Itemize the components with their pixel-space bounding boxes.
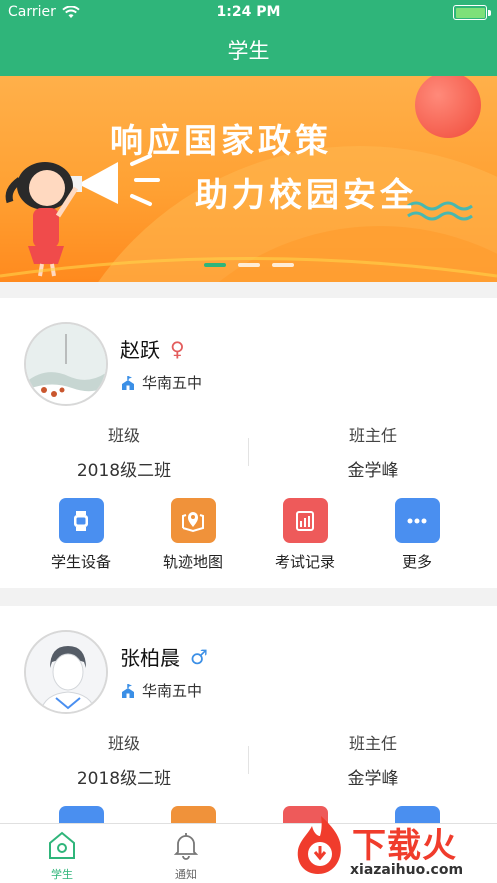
tab-label: 通知	[175, 868, 197, 881]
avatar[interactable]	[24, 322, 108, 406]
action-label: 更多	[401, 553, 432, 571]
class-value: 2018级二班	[76, 769, 172, 789]
student-device-button[interactable]: 学生设备	[25, 498, 137, 572]
status-bar: Carrier 1:24 PM	[0, 0, 497, 26]
student-name: 张柏晨	[120, 646, 180, 670]
watch-icon	[58, 498, 104, 543]
promo-banner[interactable]: 响应国家政策 助力校园安全	[0, 76, 497, 282]
watermark-url: xiazaihuo.com	[350, 862, 464, 878]
student-name-row: 赵跃 ♀	[120, 334, 185, 363]
tab-notifications[interactable]: 通知	[124, 824, 248, 883]
action-label: 轨迹地图	[162, 553, 223, 571]
watermark: 下载火 xiazaihuo.com	[290, 812, 497, 883]
class-label: 班级	[107, 734, 140, 753]
teacher-info: 班主任 金学峰	[249, 422, 497, 481]
page-title: 学生	[227, 39, 270, 63]
watermark-brand: 下载火	[352, 826, 457, 866]
flame-logo-icon	[297, 816, 341, 874]
teacher-value: 金学峰	[347, 461, 399, 481]
school-name: 华南五中	[142, 374, 203, 392]
avatar[interactable]	[24, 630, 108, 714]
action-label: 学生设备	[50, 553, 111, 571]
teacher-label: 班主任	[348, 426, 397, 445]
carousel-dot[interactable]	[237, 263, 260, 267]
male-icon: ♂	[190, 644, 208, 669]
battery-icon	[453, 5, 491, 20]
teacher-label: 班主任	[348, 734, 397, 753]
tab-students[interactable]: 学生	[0, 824, 124, 883]
header: Carrier 1:24 PM 学生	[0, 0, 497, 76]
class-label: 班级	[107, 426, 140, 445]
female-icon: ♀	[170, 336, 185, 361]
school-row: 华南五中	[120, 680, 202, 701]
class-value: 2018级二班	[76, 461, 172, 481]
more-icon	[394, 498, 440, 543]
school-icon	[122, 375, 134, 390]
class-info: 班级 2018级二班	[0, 422, 248, 481]
school-row: 华南五中	[120, 372, 202, 393]
carousel-dot[interactable]	[271, 263, 294, 267]
student-card[interactable]: 赵跃 ♀ 华南五中 班级 2018级二班 班主任 金学峰 学生设备 轨迹地图 考…	[0, 298, 497, 588]
landscape-avatar-image	[26, 324, 106, 404]
class-info: 班级 2018级二班	[0, 730, 248, 789]
home-icon	[49, 831, 75, 859]
teacher-value: 金学峰	[347, 769, 399, 789]
clock: 1:24 PM	[216, 4, 281, 20]
map-pin-icon	[170, 498, 216, 543]
chart-icon	[282, 498, 328, 543]
action-label: 考试记录	[274, 553, 335, 571]
bell-icon	[173, 833, 199, 860]
carousel-dot[interactable]	[203, 263, 226, 267]
tab-label: 学生	[51, 868, 73, 881]
banner-headline-1: 响应国家政策	[110, 121, 332, 160]
carousel-indicator	[0, 263, 497, 267]
track-map-button[interactable]: 轨迹地图	[137, 498, 249, 572]
student-actions: 学生设备 轨迹地图 考试记录 更多	[0, 498, 497, 572]
student-card[interactable]: 张柏晨 ♂ 华南五中 班级 2018级二班 班主任 金学峰	[0, 606, 497, 836]
school-icon	[122, 683, 134, 698]
student-name-row: 张柏晨 ♂	[120, 642, 208, 671]
more-button[interactable]: 更多	[361, 498, 473, 572]
banner-headline-2: 助力校园安全	[195, 175, 417, 214]
teacher-info: 班主任 金学峰	[249, 730, 497, 789]
user-avatar-icon	[26, 632, 106, 712]
exam-record-button[interactable]: 考试记录	[249, 498, 361, 572]
student-name: 赵跃	[120, 338, 160, 362]
school-name: 华南五中	[142, 682, 203, 700]
